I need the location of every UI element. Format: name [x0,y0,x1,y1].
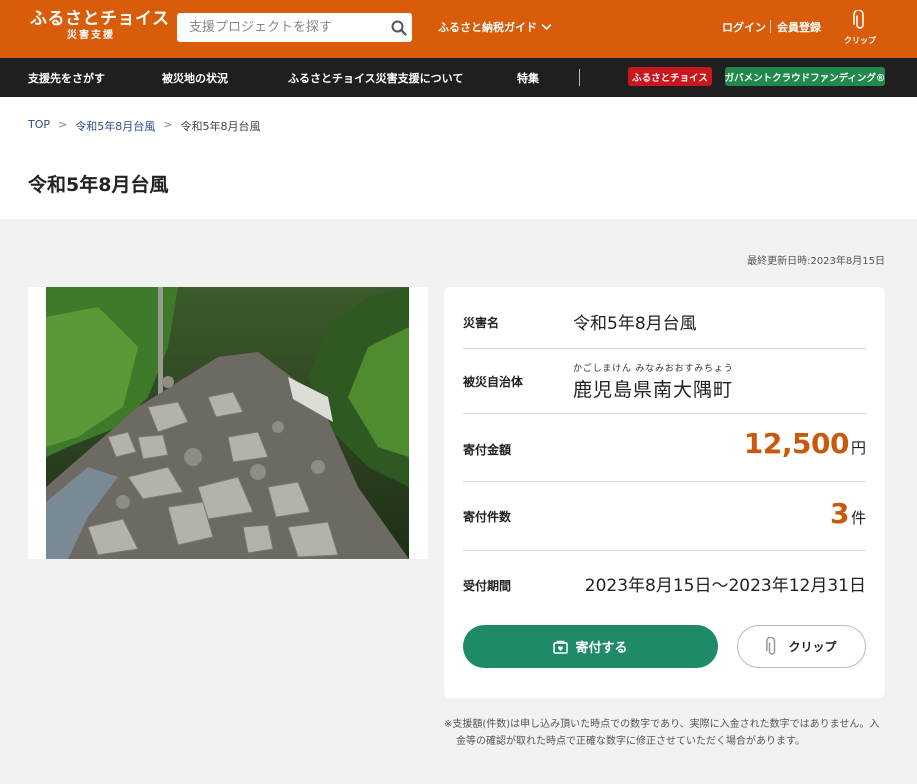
clip-button-label: クリップ [788,640,837,654]
breadcrumb-disaster[interactable]: 令和5年8月台風 [75,118,155,134]
info-row-count: 寄付件数 3件 [463,482,866,551]
donate-button[interactable]: 寄付する [463,625,718,668]
header-clip-label: クリップ [844,36,876,45]
info-row-amount: 寄付金額 12,500 円 [463,414,866,482]
logo-main-text: ふるさとチョイス [30,9,170,29]
breadcrumb: TOP > 令和5年8月台風 > 令和5年8月台風 [28,118,260,134]
nav-item-features[interactable]: 特集 [517,70,539,86]
government-crowdfunding-badge[interactable]: ガバメントクラウドファンディング® [725,67,885,86]
nav-divider [579,69,580,86]
disaster-photo [28,287,428,559]
donation-count: 3件 [830,497,866,530]
site-logo[interactable]: ふるさとチョイス 災害支援 [30,9,170,45]
info-row-municipality: 被災自治体 かごしまけん みなみおおすみちょう 鹿児島県南大隅町 [463,349,866,414]
disaster-info-card: 災害名 令和5年8月台風 被災自治体 かごしまけん みなみおおすみちょう 鹿児島… [444,287,885,698]
donation-note: ※支援額(件数)は申し込み頂いた時点での数字であり、実際に入金された数字ではあり… [444,719,880,747]
breadcrumb-current: 令和5年8月台風 [180,120,261,133]
last-updated: 最終更新日時:2023年8月15日 [747,256,885,267]
municipality-ruby: かごしまけん みなみおおすみちょう [573,364,734,374]
page-title: 令和5年8月台風 [28,174,169,196]
site-header: ふるさとチョイス 災害支援 ふるさと納税ガイド ログイン 会員登録 クリップ [0,0,917,58]
period-value: 2023年8月15日〜2023年12月31日 [584,576,866,596]
donation-amount-unit: 円 [850,439,866,457]
donation-count-value: 3 [830,497,849,530]
page-heading-area: TOP > 令和5年8月台風 > 令和5年8月台風 令和5年8月台風 [0,97,917,219]
landslide-road-image [46,287,409,559]
municipality-value: 鹿児島県南大隅町 [573,379,734,401]
donation-amount-value: 12,500 [743,427,850,460]
donate-icon [553,640,569,654]
disaster-name-value: 令和5年8月台風 [573,314,697,334]
disaster-name-label: 災害名 [463,316,500,330]
furusato-choice-badge[interactable]: ふるさとチョイス [628,67,712,86]
login-link[interactable]: ログイン [722,19,766,35]
search-icon [391,20,407,36]
period-label: 受付期間 [463,579,512,593]
info-row-period: 受付期間 2023年8月15日〜2023年12月31日 [463,551,866,609]
search-input[interactable] [177,13,385,42]
donation-amount-label: 寄付金額 [463,443,512,457]
header-divider [770,20,771,33]
chevron-down-icon [541,23,552,31]
breadcrumb-separator: > [58,118,68,131]
municipality-label: 被災自治体 [463,375,524,389]
header-clip-button[interactable]: クリップ [842,9,878,46]
nav-item-find-support[interactable]: 支援先をさがす [28,70,105,86]
donation-count-unit: 件 [850,509,866,527]
breadcrumb-top[interactable]: TOP [28,118,50,134]
paperclip-icon [766,637,776,655]
register-link[interactable]: 会員登録 [777,19,821,35]
search-box [177,13,412,42]
clip-button[interactable]: クリップ [737,625,866,668]
search-button[interactable] [386,13,412,42]
logo-sub-text: 災害支援 [67,30,115,41]
info-row-disaster: 災害名 令和5年8月台風 [463,287,866,349]
nav-item-about[interactable]: ふるさとチョイス災害支援について [288,70,463,86]
guide-label: ふるさと納税ガイド [438,21,537,34]
main-nav: 支援先をさがす 被災地の状況 ふるさとチョイス災害支援について 特集 ふるさとチ… [0,58,917,97]
donation-amount: 12,500 円 [744,427,866,460]
donation-count-label: 寄付件数 [463,510,512,524]
furusato-guide-dropdown[interactable]: ふるさと納税ガイド [438,19,552,35]
nav-item-disaster-status[interactable]: 被災地の状況 [162,70,228,86]
donate-button-label: 寄付する [575,641,628,656]
breadcrumb-separator: > [163,118,173,131]
paperclip-icon [853,9,864,29]
